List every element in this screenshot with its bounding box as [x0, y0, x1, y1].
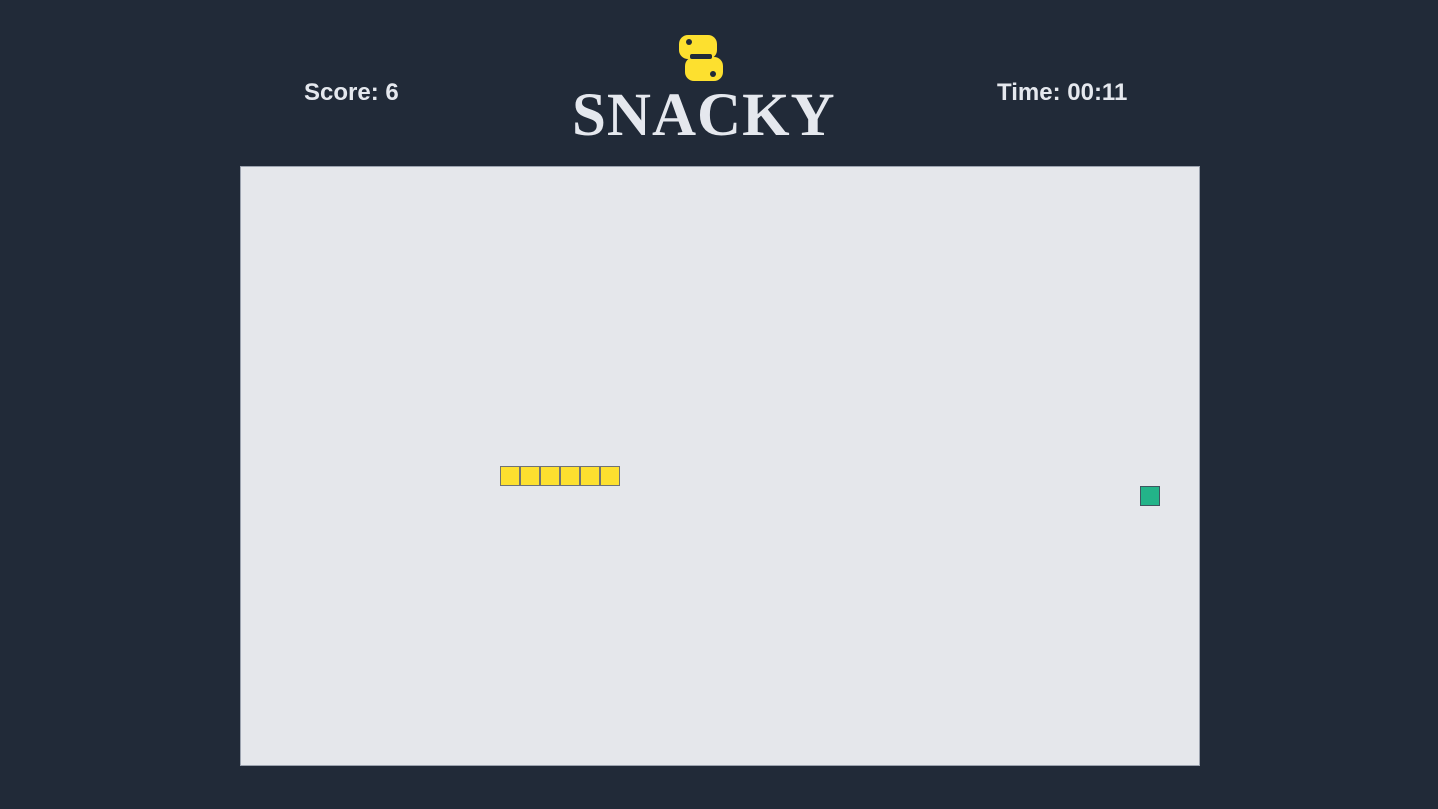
snake-segment — [540, 466, 560, 486]
python-logo-icon — [679, 35, 723, 81]
snake-segment — [520, 466, 540, 486]
time-display: Time: 00:11 — [997, 79, 1128, 106]
game-board[interactable] — [240, 166, 1200, 766]
score-display: Score: 6 — [304, 79, 399, 106]
snake-segment — [580, 466, 600, 486]
game-title: SNACKY — [572, 82, 836, 149]
food-pellet — [1140, 486, 1160, 506]
snake-segment — [500, 466, 520, 486]
snake-head — [600, 466, 620, 486]
snake-segment — [560, 466, 580, 486]
